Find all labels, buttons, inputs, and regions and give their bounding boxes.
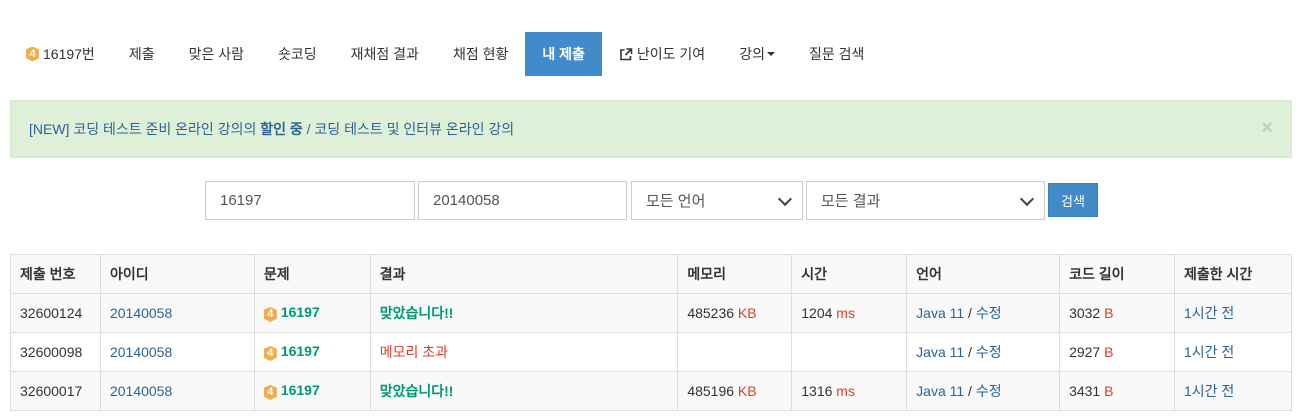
result-text: 맞았습니다!! [379, 305, 454, 321]
chevron-down-icon [777, 191, 793, 206]
submission-id: 32600098 [10, 332, 101, 372]
nav-rejudge[interactable]: 재채점 결과 [334, 32, 436, 76]
code-length: 3032 [1069, 305, 1101, 321]
user-link[interactable]: 20140058 [110, 344, 172, 360]
promo-text-1[interactable]: [NEW] 코딩 테스트 준비 온라인 강의의 [29, 121, 260, 137]
chevron-down-icon [1019, 191, 1035, 206]
user-id-input[interactable]: 20140058 [418, 181, 627, 220]
col-header: 제출 번호 [10, 254, 101, 294]
nav-contribute-label: 난이도 기여 [636, 46, 706, 62]
language-select-value: 모든 언어 [646, 193, 706, 210]
tier-badge-icon: 4 [263, 307, 277, 322]
memory-value: 485196 [687, 383, 735, 399]
col-header: 결과 [369, 254, 679, 294]
col-header: 메모리 [677, 254, 793, 294]
language-select[interactable]: 모든 언어 [631, 181, 803, 220]
time-unit: ms [836, 305, 855, 321]
language-link[interactable]: Java 11 [916, 305, 964, 321]
submitted-time-link[interactable]: 1시간 전 [1184, 344, 1234, 360]
edit-link[interactable]: 수정 [976, 344, 1002, 360]
user-link[interactable]: 20140058 [110, 383, 172, 399]
col-header: 아이디 [99, 254, 255, 294]
submission-table: 제출 번호 아이디 문제 결과 메모리 시간 언어 코드 길이 제출한 시간 3… [10, 254, 1293, 411]
code-unit: B [1104, 305, 1114, 321]
edit-link[interactable]: 수정 [976, 305, 1002, 321]
code-unit: B [1104, 383, 1114, 399]
nav-lecture-label: 강의 [739, 46, 765, 62]
problem-id-input[interactable]: 16197 [205, 181, 415, 220]
problem-link[interactable]: 4 16197 [263, 382, 320, 400]
submitted-time-link[interactable]: 1시간 전 [1184, 305, 1234, 321]
col-header: 코드 길이 [1059, 254, 1175, 294]
problem-number: 16197 [280, 382, 320, 398]
table-row: 32600017 20140058 4 16197 맞았습니다!! 485196 … [10, 371, 1293, 411]
nav-problem[interactable]: 4 16197번 [14, 32, 112, 76]
memory-unit: KB [737, 383, 757, 399]
nav-short-coding[interactable]: 숏코딩 [261, 32, 334, 76]
col-header: 언어 [906, 254, 1061, 294]
table-header-row: 제출 번호 아이디 문제 결과 메모리 시간 언어 코드 길이 제출한 시간 [10, 254, 1293, 294]
code-length: 3431 [1069, 383, 1101, 399]
code-unit: B [1104, 344, 1114, 360]
time-unit: ms [836, 383, 855, 399]
result-text: 맞았습니다!! [379, 383, 454, 399]
memory-value: 485236 [687, 305, 735, 321]
col-header: 문제 [253, 254, 371, 294]
time-value [791, 332, 908, 372]
table-row: 32600098 20140058 4 16197 메모리 초과 Java 11 … [10, 332, 1293, 372]
language-link[interactable]: Java 11 [916, 383, 964, 399]
close-icon[interactable]: × [1261, 117, 1273, 140]
external-link-icon [620, 47, 633, 60]
problem-link[interactable]: 4 16197 [263, 304, 320, 322]
language-link[interactable]: Java 11 [916, 344, 964, 360]
submitted-time-link[interactable]: 1시간 전 [1184, 383, 1234, 399]
search-button[interactable]: 검색 [1048, 183, 1098, 217]
nav-submit[interactable]: 제출 [112, 32, 172, 76]
nav-solvers[interactable]: 맞은 사람 [172, 32, 261, 76]
result-select[interactable]: 모든 결과 [806, 181, 1045, 220]
result-text: 메모리 초과 [379, 344, 449, 360]
problem-number: 16197 [280, 304, 320, 320]
user-link[interactable]: 20140058 [110, 305, 172, 321]
time-value: 1204 [801, 305, 833, 321]
tier-badge-icon: 4 [263, 346, 277, 361]
tier-badge-icon: 4 [263, 385, 277, 400]
nav-problem-label: 16197번 [43, 46, 95, 62]
result-select-value: 모든 결과 [821, 193, 881, 210]
memory-value [677, 332, 793, 372]
code-length: 2927 [1069, 344, 1101, 360]
promo-alert: [NEW] 코딩 테스트 준비 온라인 강의의 할인 중 / 코딩 테스트 및 … [10, 100, 1292, 158]
promo-link[interactable]: [NEW] 코딩 테스트 준비 온라인 강의의 할인 중 / 코딩 테스트 및 … [29, 119, 514, 139]
table-row: 32600124 20140058 4 16197 맞았습니다!! 485236 … [10, 293, 1293, 333]
promo-text-3[interactable]: / 코딩 테스트 및 인터뷰 온라인 강의 [303, 121, 515, 137]
time-value: 1316 [801, 383, 833, 399]
caret-down-icon [766, 52, 775, 56]
submission-id: 32600017 [10, 371, 101, 411]
nav-lecture[interactable]: 강의 [722, 32, 792, 76]
nav-question-search[interactable]: 질문 검색 [792, 32, 881, 76]
col-header: 제출한 시간 [1173, 254, 1293, 294]
tier-badge-icon: 4 [26, 46, 39, 62]
problem-number: 16197 [280, 343, 320, 359]
col-header: 시간 [791, 254, 908, 294]
nav-contribute[interactable]: 난이도 기여 [602, 32, 722, 76]
nav-status[interactable]: 채점 현황 [436, 32, 525, 76]
problem-nav: 4 16197번 제출 맞은 사람 숏코딩 재채점 결과 채점 현황 내 제출 … [14, 32, 881, 76]
edit-link[interactable]: 수정 [976, 383, 1002, 399]
nav-my-submissions[interactable]: 내 제출 [525, 32, 602, 76]
promo-text-2[interactable]: 할인 중 [260, 121, 303, 137]
memory-unit: KB [737, 305, 757, 321]
problem-link[interactable]: 4 16197 [263, 343, 320, 361]
submission-id: 32600124 [10, 293, 101, 333]
